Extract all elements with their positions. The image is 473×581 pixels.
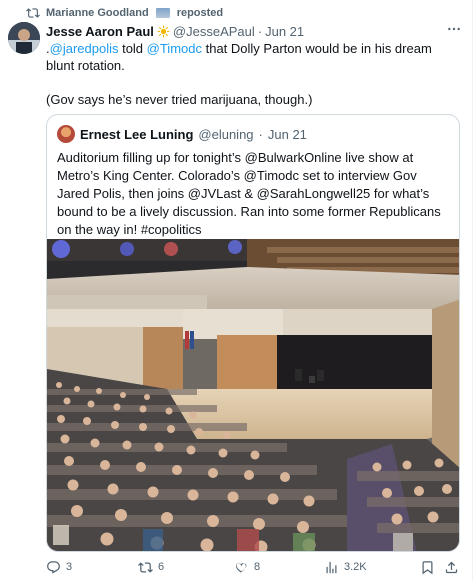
like-button[interactable]: 8 bbox=[234, 558, 260, 576]
quoted-header: Ernest Lee Luning @eluning · Jun 21 bbox=[57, 125, 307, 143]
action-bar: 3 6 8 3.2K bbox=[46, 558, 460, 576]
views-button[interactable]: 3.2K bbox=[324, 558, 367, 576]
repost-icon bbox=[26, 8, 40, 18]
more-icon[interactable] bbox=[446, 21, 462, 42]
quoted-handle[interactable]: @eluning bbox=[198, 127, 253, 142]
reply-icon bbox=[47, 560, 60, 574]
text-paragraph-2: (Gov says he’s never tried marijuana, th… bbox=[46, 92, 313, 107]
share-button[interactable] bbox=[444, 558, 459, 576]
reply-count: 3 bbox=[66, 561, 73, 573]
separator-dot: · bbox=[258, 126, 263, 142]
post-header: Jesse Aaron Paul @JesseAPaul · Jun 21 bbox=[46, 22, 462, 40]
repost-indicator: Marianne Goodland reposted bbox=[26, 6, 223, 20]
mention-link[interactable]: @Timodc bbox=[147, 41, 202, 56]
repost-icon bbox=[138, 561, 153, 573]
reposter-name[interactable]: Marianne Goodland bbox=[46, 7, 149, 19]
bookmark-button[interactable] bbox=[420, 558, 435, 576]
like-count: 8 bbox=[254, 561, 261, 573]
flag-emoji bbox=[155, 8, 170, 18]
quoted-avatar[interactable] bbox=[57, 125, 75, 143]
reply-button[interactable]: 3 bbox=[46, 558, 72, 576]
separator-dot: · bbox=[257, 23, 263, 39]
mention-link[interactable]: @jaredpolis bbox=[50, 41, 119, 56]
repost-suffix: reposted bbox=[176, 7, 224, 19]
author-handle[interactable]: @JesseAPaul bbox=[173, 24, 255, 39]
sun-emoji-icon bbox=[157, 24, 170, 38]
auditorium-photo[interactable] bbox=[47, 239, 459, 551]
post-text: .@jaredpolis told @Timodc that Dolly Par… bbox=[46, 40, 456, 108]
quoted-post-card[interactable]: Ernest Lee Luning @eluning · Jun 21 Audi… bbox=[46, 114, 460, 552]
author-avatar[interactable] bbox=[8, 22, 40, 54]
text-middle: told bbox=[118, 41, 147, 56]
views-icon bbox=[326, 561, 337, 573]
repost-button[interactable]: 6 bbox=[138, 558, 164, 576]
heart-icon bbox=[236, 562, 247, 572]
quoted-author-name[interactable]: Ernest Lee Luning bbox=[80, 127, 193, 142]
quoted-text: Auditorium filling up for tonight’s @Bul… bbox=[57, 150, 441, 237]
quoted-date[interactable]: Jun 21 bbox=[268, 127, 307, 142]
post-container[interactable]: Marianne Goodland reposted Jesse Aaron P… bbox=[0, 0, 473, 581]
repost-count: 6 bbox=[158, 561, 165, 573]
author-name[interactable]: Jesse Aaron Paul bbox=[46, 24, 154, 39]
views-count: 3.2K bbox=[344, 561, 367, 573]
post-date[interactable]: Jun 21 bbox=[265, 24, 304, 39]
bookmark-icon bbox=[422, 560, 433, 574]
share-icon bbox=[445, 561, 458, 573]
